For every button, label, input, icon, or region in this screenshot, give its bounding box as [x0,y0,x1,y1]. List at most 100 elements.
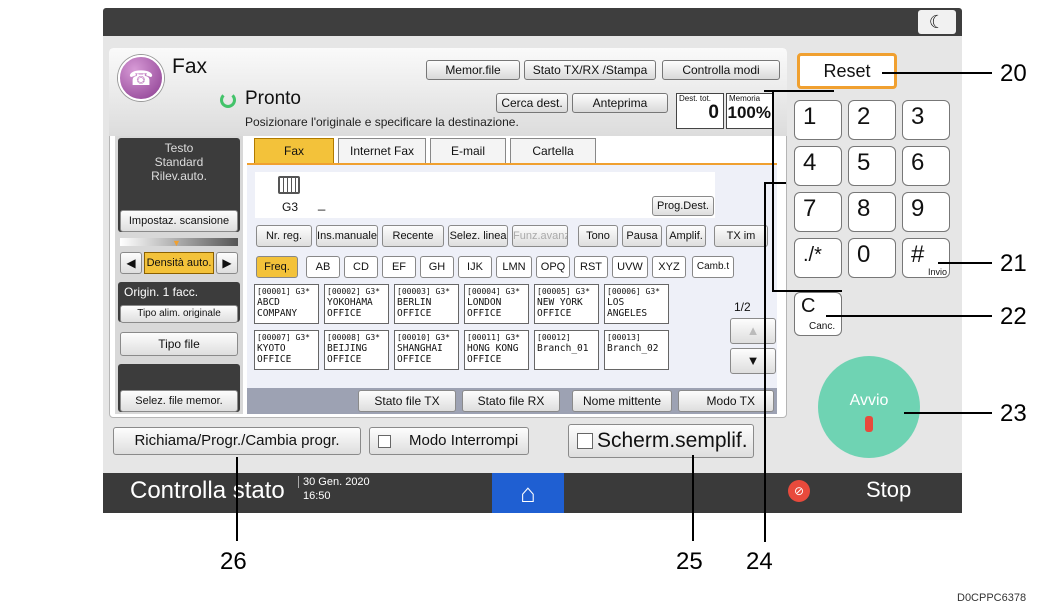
key-7[interactable]: 7 [794,192,842,232]
destination-button[interactable]: [00001] G3* ABCD COMPANY [254,284,319,324]
alpha-tab-ijk[interactable]: IJK [458,256,492,278]
alpha-tab-ab[interactable]: AB [306,256,340,278]
destination-button[interactable]: [00004] G3* LONDON OFFICE [464,284,529,324]
controlla-stato-button[interactable]: Controlla stato [130,477,285,505]
alpha-tab-lmn[interactable]: LMN [496,256,532,278]
selez-file-memor-button[interactable]: Selez. file memor. [120,390,238,412]
status-text: Pronto [245,88,301,109]
key-star[interactable]: ./* [794,238,842,278]
destination-button[interactable]: [00013] Branch_02 [604,330,669,370]
dest-id: [00013] [607,333,641,342]
callout-line [764,90,834,92]
tipo-file-button[interactable]: Tipo file [120,332,238,356]
alpha-tab-uvw[interactable]: UVW [612,256,648,278]
destination-button[interactable]: [00011] G3* HONG KONG OFFICE [464,330,529,370]
tab-internet-fax[interactable]: Internet Fax [338,138,426,164]
fax-machine-icon [278,176,300,194]
destination-button[interactable]: [00007] G3* KYOTO OFFICE [254,330,319,370]
tab-email[interactable]: E-mail [430,138,506,164]
line-g3-label: G3 [282,200,299,214]
callout-23: 23 [1000,400,1027,427]
key-9[interactable]: 9 [902,192,950,232]
stato-file-rx-button[interactable]: Stato file RX [462,390,560,412]
clear-label: C [801,295,816,317]
start-indicator-icon [865,416,873,432]
key-0[interactable]: 0 [848,238,896,278]
status-date: 30 Gen. 2020 [298,476,370,488]
modo-interrompi-label: Modo Interrompi [409,432,519,449]
anteprima-button[interactable]: Anteprima [572,93,668,113]
callout-line [764,182,786,184]
amplif-button[interactable]: Amplif. [666,225,706,247]
tab-cartella[interactable]: Cartella [510,138,596,164]
destination-button[interactable]: [00006] G3* LOS ANGELES [604,284,669,324]
modo-tx-button[interactable]: Modo TX [678,390,774,412]
dest-name: BERLIN OFFICE [397,297,432,319]
callout-line [764,182,766,542]
impostaz-scansione-button[interactable]: Impostaz. scansione [120,210,238,232]
alpha-tab-freq[interactable]: Freq. [256,256,298,278]
alpha-tab-camb[interactable]: Camb.t [692,256,734,278]
nome-mittente-button[interactable]: Nome mittente [572,390,672,412]
alpha-tab-opq[interactable]: OPQ [536,256,570,278]
destination-button[interactable]: [00002] G3* YOKOHAMA OFFICE [324,284,389,324]
avvio-label: Avvio [849,392,889,409]
stato-tx-rx-button[interactable]: Stato TX/RX /Stampa [524,60,656,80]
prog-dest-button[interactable]: Prog.Dest. [652,196,714,216]
controlla-modi-button[interactable]: Controlla modi [662,60,780,80]
key-6[interactable]: 6 [902,146,950,186]
start-button[interactable]: Avvio [818,356,920,458]
scroll-up-button[interactable]: ▲ [730,318,776,344]
stato-file-tx-button[interactable]: Stato file TX [358,390,456,412]
dest-id: [00004] G3* [467,287,520,296]
scroll-down-button[interactable]: ▼ [730,348,776,374]
key-3[interactable]: 3 [902,100,950,140]
tipo-alim-button[interactable]: Tipo alim. originale [120,305,238,323]
cerca-dest-button[interactable]: Cerca dest. [496,93,568,113]
destination-button[interactable]: [00010] G3* SHANGHAI OFFICE [394,330,459,370]
recente-button[interactable]: Recente [382,225,444,247]
densita-auto-button[interactable]: Densità auto. [144,252,214,274]
energy-saver-icon[interactable]: ☾ [918,10,956,34]
alpha-tab-ef[interactable]: EF [382,256,416,278]
tx-immediata-button[interactable]: TX im [714,225,768,247]
dest-id: [00011] G3* [467,333,520,342]
stop-icon: ⊘ [788,480,810,502]
tab-fax[interactable]: Fax [254,138,334,164]
alpha-tab-xyz[interactable]: XYZ [652,256,686,278]
destination-button[interactable]: [00003] G3* BERLIN OFFICE [394,284,459,324]
destination-button[interactable]: [00005] G3* NEW YORK OFFICE [534,284,599,324]
alpha-tab-rst[interactable]: RST [574,256,608,278]
reset-button[interactable]: Reset [797,53,897,89]
destination-button[interactable]: [00008] G3* BEIJING OFFICE [324,330,389,370]
alpha-tab-gh[interactable]: GH [420,256,454,278]
dest-name: YOKOHAMA OFFICE [327,297,373,319]
memor-file-button[interactable]: Memor.file [426,60,520,80]
pausa-button[interactable]: Pausa [622,225,662,247]
modo-interrompi-button[interactable]: Modo Interrompi [369,427,529,455]
funz-avanz-button[interactable]: Funz.avanz. [512,225,568,247]
status-message: Posizionare l'originale e specificare la… [245,115,519,129]
home-button[interactable]: ⌂ [492,473,564,513]
key-hash[interactable]: # Invio [902,238,950,278]
invio-label: Invio [927,267,947,277]
key-4[interactable]: 4 [794,146,842,186]
key-1[interactable]: 1 [794,100,842,140]
key-2[interactable]: 2 [848,100,896,140]
richiama-progr-button[interactable]: Richiama/Progr./Cambia progr. [113,427,361,455]
tono-button[interactable]: Tono [578,225,618,247]
key-5[interactable]: 5 [848,146,896,186]
entry-cursor: _ [318,196,326,211]
nr-reg-button[interactable]: Nr. reg. [256,225,312,247]
selez-linea-button[interactable]: Selez. linea [448,225,508,247]
density-right-button[interactable]: ▶ [216,252,238,274]
stop-button[interactable]: Stop [866,477,911,503]
clear-button[interactable]: C Canc. [794,292,842,336]
destination-button[interactable]: [00012] Branch_01 [534,330,599,370]
dest-name: NEW YORK OFFICE [537,297,583,319]
density-left-button[interactable]: ◀ [120,252,142,274]
ins-manuale-button[interactable]: Ins.manuale [316,225,378,247]
alpha-tab-cd[interactable]: CD [344,256,378,278]
scherm-semplif-button[interactable]: Scherm.semplif. [568,424,754,458]
key-8[interactable]: 8 [848,192,896,232]
